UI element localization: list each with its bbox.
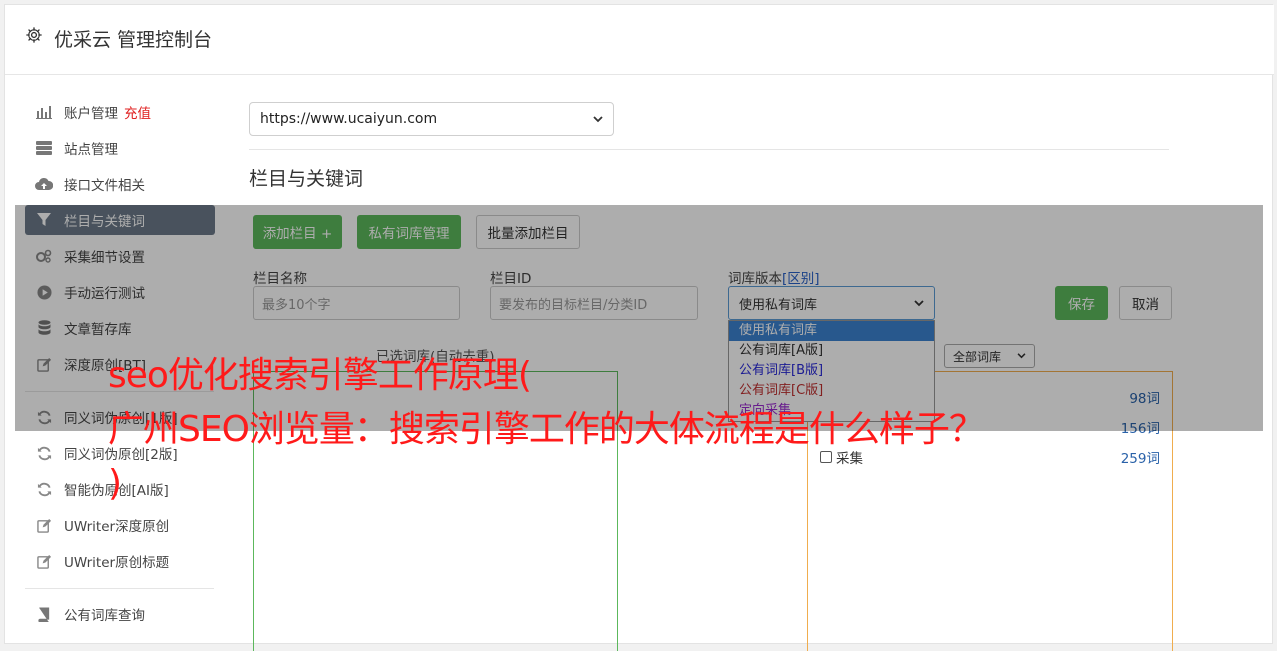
site-select-value: https://www.ucaiyun.com: [260, 111, 438, 127]
page-title: 优采云 管理控制台: [54, 29, 213, 51]
word-count: 259词: [1120, 451, 1160, 467]
headline-line: ): [108, 463, 122, 504]
sidebar-item-label: 账户管理: [64, 106, 118, 122]
headline-line: seo优化搜索引擎工作原理(: [108, 355, 532, 396]
sidebar-item-uwriter-deep[interactable]: UWriter深度原创: [25, 510, 215, 540]
headline-line: 广州SEO浏览量：搜索引擎工作的大体流程是什么样子？: [108, 409, 985, 450]
sidebar-item-interface[interactable]: 接口文件相关: [25, 169, 215, 199]
refresh-icon: [35, 444, 53, 462]
refresh-icon: [35, 480, 53, 498]
top-bar: 优采云 管理控制台: [5, 5, 1274, 75]
chevron-down-icon: [593, 115, 603, 122]
sidebar-item-label: 站点管理: [64, 142, 118, 158]
sidebar-item-uwriter-title[interactable]: UWriter原创标题: [25, 546, 215, 576]
sidebar-divider: [25, 588, 214, 589]
bar-chart-icon: [35, 103, 53, 121]
edit-icon: [35, 552, 53, 570]
sidebar-item-label: UWriter深度原创: [64, 519, 170, 535]
sidebar-item-label: 公有词库查询: [64, 608, 145, 624]
section-title: 栏目与关键词: [249, 168, 364, 190]
server-icon: [35, 139, 53, 157]
sidebar-item-label: 接口文件相关: [64, 178, 145, 194]
book-icon: [35, 605, 53, 623]
cloud-upload-icon: [35, 175, 53, 193]
sidebar-item-label: UWriter原创标题: [64, 555, 170, 571]
overlay-headline: seo优化搜索引擎工作原理( 广州SEO浏览量：搜索引擎工作的大体流程是什么样子…: [108, 349, 985, 511]
sidebar-item-account[interactable]: 账户管理 充值: [25, 97, 215, 127]
gear-icon: [26, 27, 42, 43]
site-select[interactable]: https://www.ucaiyun.com: [249, 102, 614, 136]
sidebar-item-sites[interactable]: 站点管理: [25, 133, 215, 163]
recharge-link[interactable]: 充值: [124, 102, 151, 122]
sidebar-item-public-lib[interactable]: 公有词库查询: [25, 599, 215, 629]
edit-icon: [35, 516, 53, 534]
divider: [249, 149, 1169, 150]
